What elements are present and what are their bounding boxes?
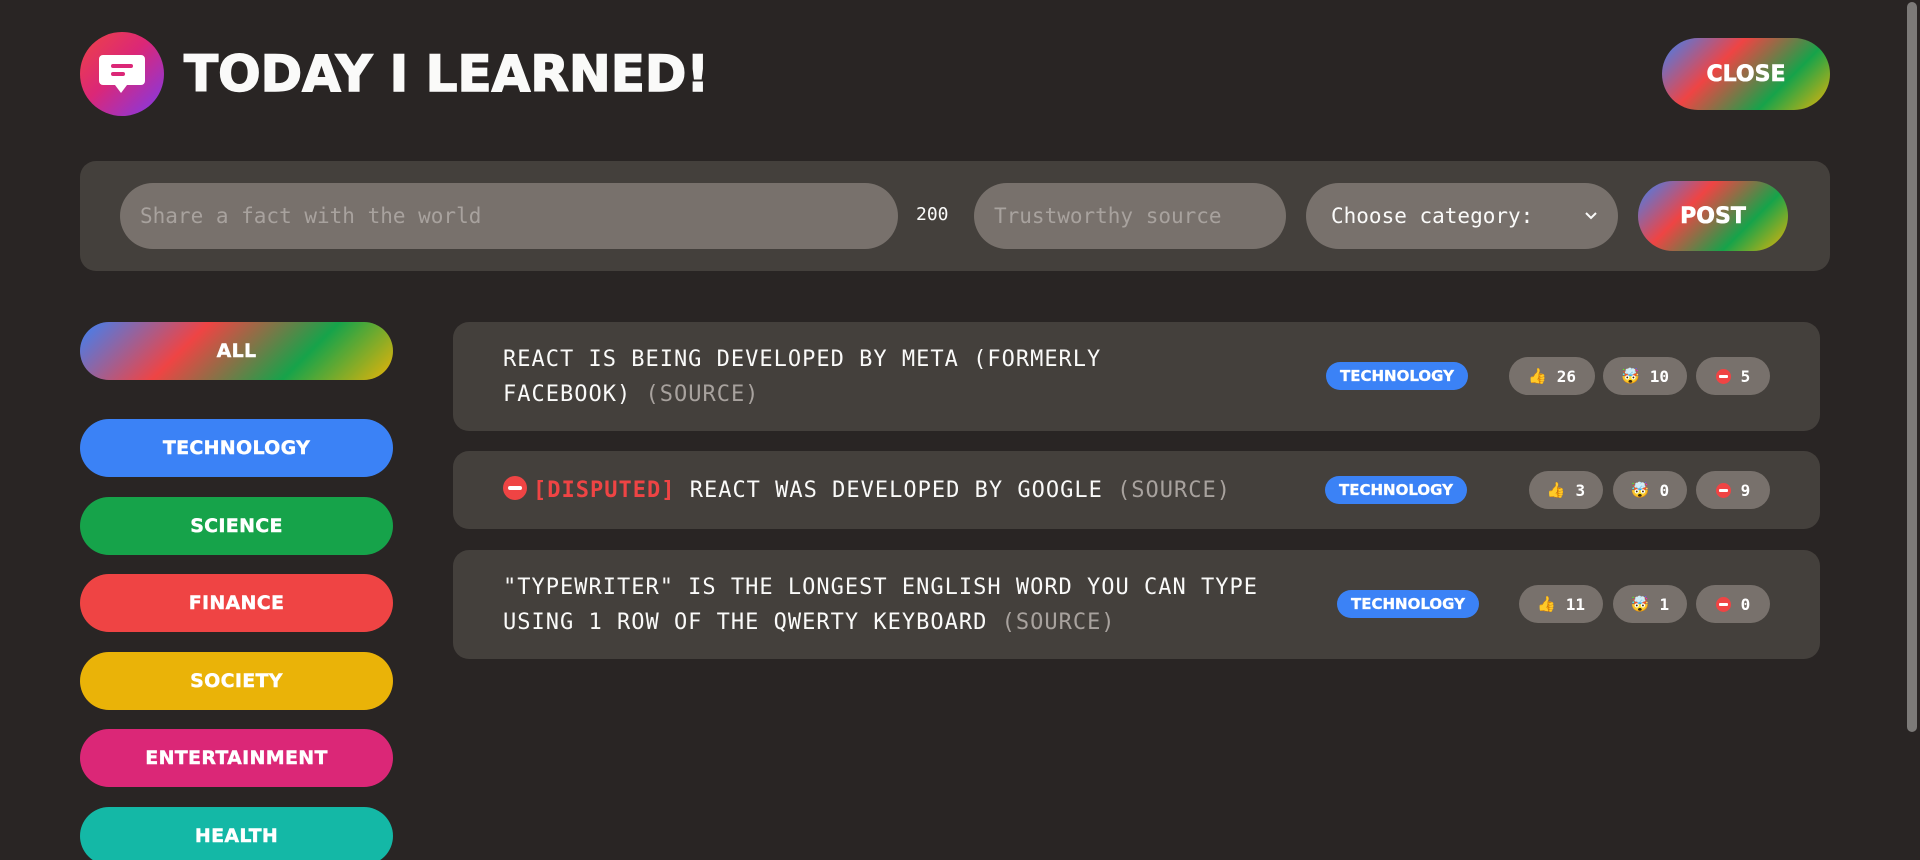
source-link[interactable]: (Source) <box>1117 478 1231 503</box>
vote-interesting-button[interactable]: 👍 26 <box>1509 357 1595 395</box>
stop-sign-icon <box>1715 368 1731 384</box>
category-technology-button[interactable]: Technology <box>80 419 393 477</box>
fact-body: React was developed by Google <box>689 477 1103 503</box>
vote-mindblowing-button[interactable]: 🤯 0 <box>1613 471 1687 509</box>
vote-false-button[interactable]: 0 <box>1696 585 1770 623</box>
header: Today I Learned! Close <box>80 32 1830 116</box>
mind-blown-icon: 🤯 <box>1621 367 1640 385</box>
fact-item: "Typewriter" is the longest English word… <box>453 550 1820 659</box>
thumbs-up-icon: 👍 <box>1546 481 1566 499</box>
page-scrollbar[interactable] <box>1904 0 1920 860</box>
vote-count: 0 <box>1659 480 1670 500</box>
vote-count: 9 <box>1740 480 1751 500</box>
fact-text: [DISPUTED] React was developed by Google… <box>503 473 1231 508</box>
vote-count: 3 <box>1575 480 1586 500</box>
close-button[interactable]: Close <box>1662 38 1830 110</box>
source-link[interactable]: (Source) <box>1002 610 1116 635</box>
vote-count: 26 <box>1556 366 1576 386</box>
category-tag: Technology <box>1326 362 1468 390</box>
vote-count: 11 <box>1565 594 1585 614</box>
vote-mindblowing-button[interactable]: 🤯 10 <box>1603 357 1687 395</box>
fact-body: React is being developed by Meta (former… <box>503 346 1102 407</box>
category-entertainment-button[interactable]: Entertainment <box>80 729 393 787</box>
disputed-label: [DISPUTED] <box>533 477 676 503</box>
thumbs-up-icon: 👍 <box>1537 595 1556 613</box>
vote-count: 1 <box>1659 594 1670 614</box>
fact-input[interactable]: Share a fact with the world <box>120 183 898 249</box>
page-title: Today I Learned! <box>183 44 710 104</box>
vote-count: 5 <box>1740 366 1751 386</box>
category-tag: Technology <box>1325 476 1467 504</box>
stop-sign-icon <box>1715 482 1731 498</box>
vote-false-button[interactable]: 5 <box>1696 357 1770 395</box>
chevron-down-icon <box>1585 212 1597 220</box>
vote-interesting-button[interactable]: 👍 3 <box>1529 471 1603 509</box>
fact-body: "Typewriter" is the longest English word… <box>503 574 1258 635</box>
vote-count: 10 <box>1649 366 1669 386</box>
fact-text: React is being developed by Meta (former… <box>503 342 1203 412</box>
vote-false-button[interactable]: 9 <box>1696 471 1770 509</box>
speech-bubble-icon <box>80 32 164 116</box>
fact-text: "Typewriter" is the longest English word… <box>503 570 1283 640</box>
mind-blown-icon: 🤯 <box>1630 481 1650 499</box>
fact-item: [DISPUTED] React was developed by Google… <box>453 451 1820 529</box>
scrollbar-thumb[interactable] <box>1907 2 1917 732</box>
logo-group: Today I Learned! <box>80 32 710 116</box>
stop-sign-icon <box>1715 596 1731 612</box>
char-count: 200 <box>916 204 949 225</box>
vote-count: 0 <box>1740 594 1751 614</box>
vote-mindblowing-button[interactable]: 🤯 1 <box>1613 585 1687 623</box>
category-science-button[interactable]: Science <box>80 497 393 555</box>
fact-item: React is being developed by Meta (former… <box>453 322 1820 431</box>
post-button[interactable]: Post <box>1638 181 1788 251</box>
source-input[interactable]: Trustworthy source <box>974 183 1286 249</box>
vote-interesting-button[interactable]: 👍 11 <box>1519 585 1603 623</box>
category-society-button[interactable]: Society <box>80 652 393 710</box>
category-health-button[interactable]: Health <box>80 807 393 860</box>
category-all-button[interactable]: All <box>80 322 393 380</box>
mind-blown-icon: 🤯 <box>1630 595 1650 613</box>
thumbs-up-icon: 👍 <box>1528 367 1547 385</box>
category-select[interactable]: Choose category: <box>1306 183 1618 249</box>
disputed-stop-icon <box>503 475 527 500</box>
source-link[interactable]: (Source) <box>645 382 759 407</box>
category-finance-button[interactable]: Finance <box>80 574 393 632</box>
new-fact-form: Share a fact with the world 200 Trustwor… <box>80 161 1830 271</box>
category-tag: Technology <box>1337 590 1479 618</box>
category-select-value: Choose category: <box>1331 204 1534 228</box>
